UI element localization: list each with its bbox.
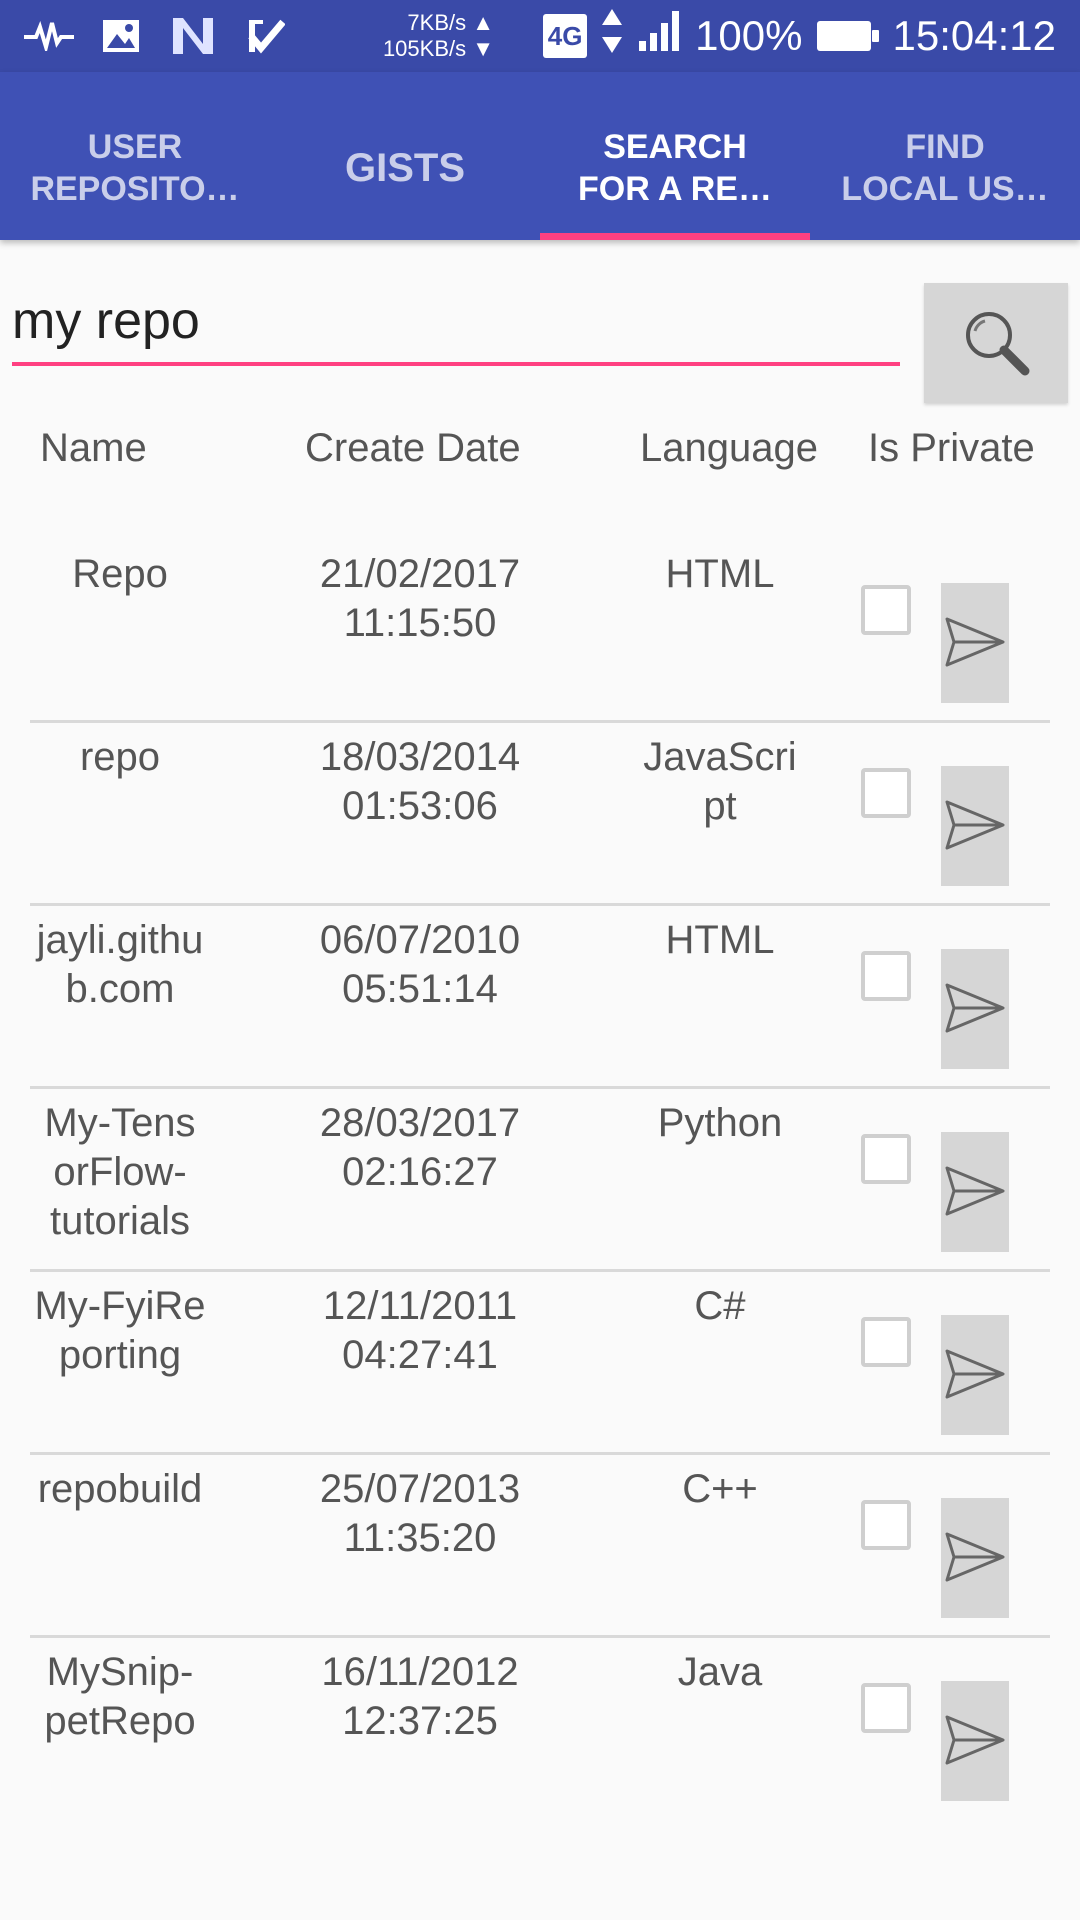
repo-language: C++ <box>682 1467 758 1511</box>
send-icon <box>944 982 1006 1037</box>
table-row: My-Tens orFlow- tutorials 28/03/2017 02:… <box>0 1089 1080 1272</box>
send-button[interactable] <box>941 949 1009 1069</box>
is-private-checkbox[interactable] <box>861 585 911 635</box>
tab-gists[interactable]: GISTS <box>270 72 540 240</box>
is-private-checkbox[interactable] <box>861 1500 911 1550</box>
search-icon <box>959 305 1033 382</box>
repo-name: repo <box>79 735 161 779</box>
table-row: repo 18/03/2014 01:53:06 JavaScri pt <box>0 723 1080 906</box>
repo-language: JavaScri pt <box>643 735 797 828</box>
send-button[interactable] <box>941 766 1009 886</box>
repo-create-date: 12/11/2011 04:27:41 <box>322 1284 518 1377</box>
network-type-badge: 4G <box>543 14 588 58</box>
table-header: Name Create Date Language Is Private <box>0 420 1080 480</box>
table-row: jayli.githu b.com 06/07/2010 05:51:14 HT… <box>0 906 1080 1089</box>
repo-name: My-FyiRe porting <box>34 1284 206 1377</box>
search-input[interactable] <box>12 280 900 366</box>
tab-search-repo[interactable]: SEARCH FOR A RE… <box>540 72 810 240</box>
pulse-icon <box>24 14 74 58</box>
tab-find-local-users[interactable]: FIND LOCAL US… <box>810 72 1080 240</box>
send-icon <box>944 616 1006 671</box>
send-icon <box>944 1531 1006 1586</box>
table-row: My-FyiRe porting 12/11/2011 04:27:41 C# <box>0 1272 1080 1455</box>
repo-create-date: 21/02/2017 11:15:50 <box>319 552 521 645</box>
repo-create-date: 18/03/2014 01:53:06 <box>319 735 521 828</box>
table-row: Repo 21/02/2017 11:15:50 HTML <box>0 540 1080 723</box>
is-private-checkbox[interactable] <box>861 1134 911 1184</box>
network-speed: 7KB/s ▲ 105KB/s ▼ <box>372 10 494 62</box>
upload-speed: 7KB/s ▲ <box>407 10 494 35</box>
send-button[interactable] <box>941 1132 1009 1252</box>
search-button[interactable] <box>924 283 1068 403</box>
repo-language: HTML <box>665 552 775 596</box>
tab-user-repositories[interactable]: USER REPOSITO… <box>0 72 270 240</box>
send-icon <box>944 1165 1006 1220</box>
is-private-checkbox[interactable] <box>861 768 911 818</box>
header-language: Language <box>640 426 818 470</box>
header-is-private: Is Private <box>868 426 1035 470</box>
header-create-date: Create Date <box>305 426 521 470</box>
send-button[interactable] <box>941 1681 1009 1801</box>
table-row: repobuild 25/07/2013 11:35:20 C++ <box>0 1455 1080 1638</box>
is-private-checkbox[interactable] <box>861 1317 911 1367</box>
repo-create-date: 06/07/2010 05:51:14 <box>319 918 521 1011</box>
check-task-icon <box>240 14 290 58</box>
repo-create-date: 25/07/2013 11:35:20 <box>319 1467 521 1560</box>
search-row <box>0 260 1080 403</box>
image-icon <box>96 14 146 58</box>
header-name: Name <box>40 426 147 470</box>
repo-name: jayli.githu b.com <box>36 918 204 1011</box>
repo-language: Python <box>657 1101 783 1145</box>
battery-percent: 100% <box>695 12 803 59</box>
send-icon <box>944 1348 1006 1403</box>
repo-language: Java <box>677 1650 763 1694</box>
send-icon <box>944 799 1006 854</box>
send-button[interactable] <box>941 1498 1009 1618</box>
repo-language: HTML <box>665 918 775 962</box>
repo-name: My-Tens orFlow- tutorials <box>44 1101 196 1243</box>
repo-language: C# <box>694 1284 746 1328</box>
send-button[interactable] <box>941 1315 1009 1435</box>
send-icon <box>944 1714 1006 1769</box>
send-button[interactable] <box>941 583 1009 703</box>
repo-name: repobuild <box>37 1467 203 1511</box>
repo-create-date: 16/11/2012 12:37:25 <box>321 1650 519 1743</box>
repo-name: Repo <box>72 552 168 596</box>
clock: 15:04:12 <box>892 12 1057 59</box>
data-arrows-icon <box>601 7 623 65</box>
battery-icon <box>816 21 879 51</box>
repo-create-date: 28/03/2017 02:16:27 <box>319 1101 521 1194</box>
is-private-checkbox[interactable] <box>861 951 911 1001</box>
n-logo-icon <box>168 14 218 58</box>
signal-icon <box>637 9 681 63</box>
status-bar: 7KB/s ▲ 105KB/s ▼ 4G 100% 15:04:12 <box>0 0 1080 72</box>
repo-name: MySnip- petRepo <box>44 1650 196 1743</box>
download-speed: 105KB/s ▼ <box>382 36 494 61</box>
tab-bar: USER REPOSITO… GISTS SEARCH FOR A RE… FI… <box>0 72 1080 240</box>
is-private-checkbox[interactable] <box>861 1683 911 1733</box>
table-row: MySnip- petRepo 16/11/2012 12:37:25 Java <box>0 1638 1080 1821</box>
